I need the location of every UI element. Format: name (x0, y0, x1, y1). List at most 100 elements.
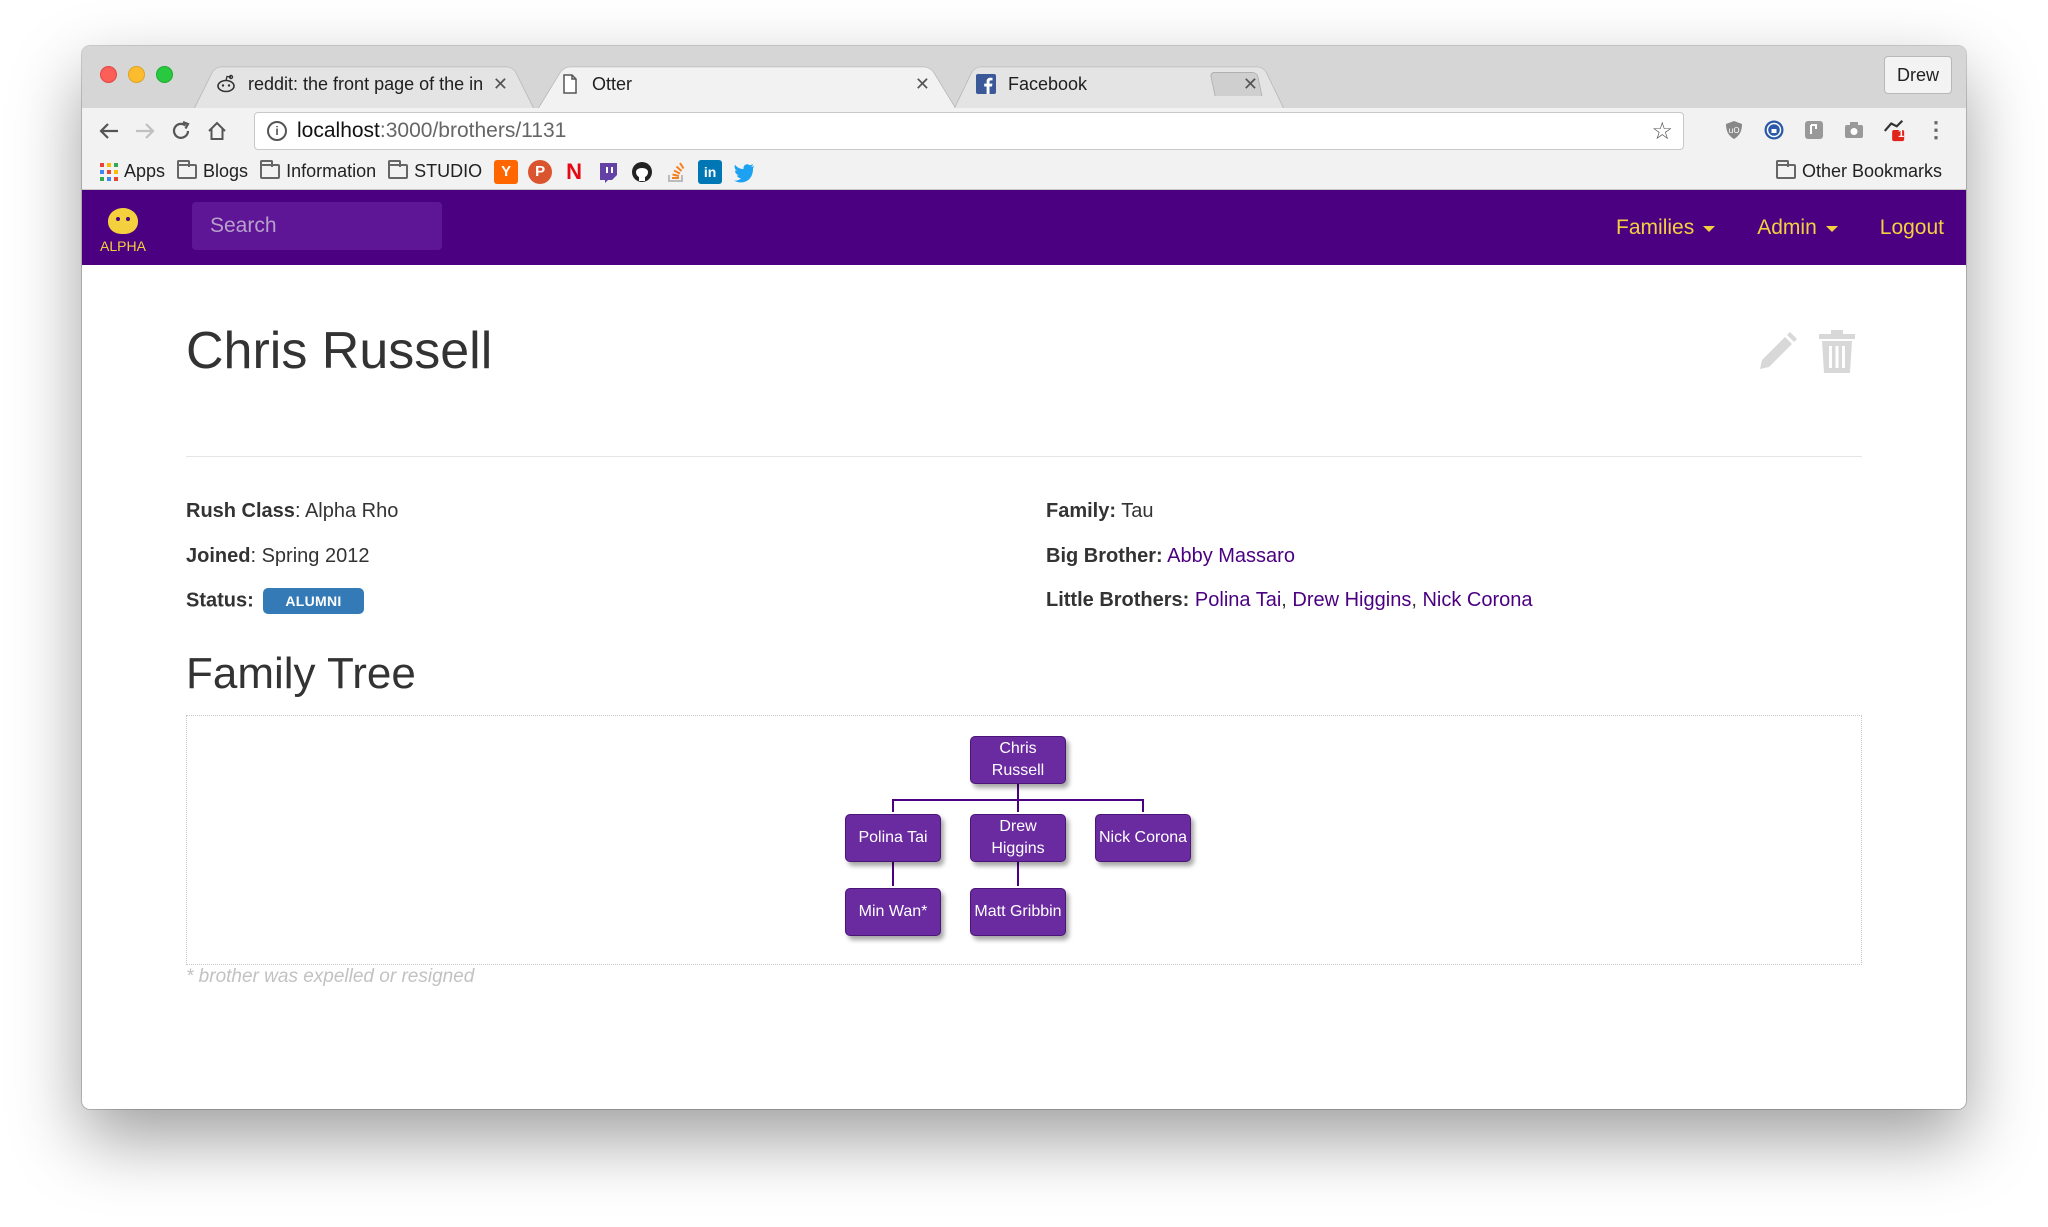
search-input[interactable] (192, 202, 442, 250)
extension-badge-count: 1 (1898, 128, 1905, 140)
big-brother-link[interactable]: Abby Massaro (1167, 545, 1295, 567)
back-arrow-icon[interactable] (94, 116, 124, 146)
tree-edge (1017, 799, 1019, 812)
twitch-icon[interactable] (596, 160, 620, 184)
reload-icon[interactable] (166, 116, 196, 146)
apps-grid-icon (100, 162, 118, 181)
tab-title: Facebook (1008, 73, 1088, 94)
bookmarks-bar: Apps Blogs Information STUDIO Y P N in O… (82, 154, 1966, 190)
bookmark-folder-blogs[interactable]: Blogs (177, 160, 249, 182)
bookmark-label: Other Bookmarks (1801, 161, 1942, 181)
admin-label: Admin (1757, 215, 1817, 239)
url-host: localhost (297, 119, 380, 142)
url-path: :3000/brothers/1131 (379, 119, 567, 142)
caret-down-icon (1825, 226, 1838, 232)
ublock-icon[interactable]: uO (1722, 118, 1746, 142)
stack-overflow-icon[interactable] (664, 160, 688, 184)
bookmark-apps[interactable]: Apps (100, 161, 165, 182)
big-brother-label: Big Brother: (1046, 545, 1163, 567)
hacker-news-icon[interactable]: Y (494, 159, 519, 184)
family-value: Tau (1121, 500, 1154, 522)
bookmark-label: Apps (124, 161, 166, 181)
tree-node[interactable]: Drew Higgins (970, 814, 1066, 862)
bookmark-folder-studio[interactable]: STUDIO (388, 160, 482, 182)
browser-toolbar: i localhost:3000/brothers/1131 ☆ uO 1 ⋮ (82, 108, 1966, 154)
facebook-icon (976, 74, 996, 94)
title-divider (186, 456, 1862, 457)
tab-otter[interactable]: Otter ✕ (538, 60, 956, 108)
twitter-icon[interactable] (732, 160, 756, 184)
tab-strip: reddit: the front page of the in ✕ Otter… (82, 46, 1966, 108)
big-brother-field: Big Brother: Abby Massaro (1046, 545, 1295, 568)
extension-badge-icon[interactable]: 1 (1882, 118, 1906, 142)
bookmark-folder-information[interactable]: Information (260, 160, 377, 182)
tree-edge (892, 799, 894, 812)
families-label: Families (1616, 215, 1695, 239)
tree-node[interactable]: Polina Tai (845, 814, 941, 862)
bookmark-star-icon[interactable]: ☆ (1651, 117, 1673, 146)
little-brother-link[interactable]: Nick Corona (1422, 589, 1532, 611)
tab-reddit[interactable]: reddit: the front page of the in ✕ (194, 60, 534, 108)
home-icon[interactable] (202, 116, 232, 146)
app-navbar: ALPHA Families Admin Logout (82, 190, 1966, 265)
tree-node-root[interactable]: Chris Russell (970, 736, 1066, 784)
browser-window: reddit: the front page of the in ✕ Otter… (82, 46, 1966, 1109)
joined-label: Joined (186, 545, 251, 567)
tab-title: reddit: the front page of the in (248, 73, 483, 94)
admin-dropdown[interactable]: Admin (1757, 216, 1838, 240)
little-brother-link[interactable]: Drew Higgins (1292, 589, 1411, 611)
bookmark-label: Information (286, 161, 377, 181)
tree-footnote: * brother was expelled or resigned (186, 966, 475, 987)
close-tab-icon[interactable]: ✕ (915, 74, 930, 95)
little-brothers-label: Little Brothers: (1046, 589, 1190, 611)
edit-pencil-icon[interactable] (1752, 327, 1802, 377)
brand-logo[interactable]: ALPHA (98, 208, 148, 254)
family-tree-heading: Family Tree (186, 649, 416, 698)
delete-trash-icon[interactable] (1812, 327, 1862, 377)
close-tab-icon[interactable]: ✕ (1243, 74, 1258, 95)
tree-edge (1142, 799, 1144, 812)
menu-dots-icon[interactable]: ⋮ (1924, 117, 1948, 142)
product-hunt-icon[interactable]: P (528, 159, 553, 184)
logout-link[interactable]: Logout (1880, 216, 1944, 240)
bookmark-label: Blogs (203, 161, 249, 181)
folder-icon (260, 160, 281, 179)
bookmark-other[interactable]: Other Bookmarks (1775, 160, 1942, 182)
camera-icon[interactable] (1842, 118, 1866, 142)
page-icon (560, 74, 580, 94)
families-dropdown[interactable]: Families (1616, 215, 1716, 240)
netflix-icon[interactable]: N (562, 159, 586, 184)
forward-arrow-icon[interactable] (130, 116, 160, 146)
tree-node[interactable]: Nick Corona (1095, 814, 1191, 862)
github-icon[interactable] (630, 160, 654, 184)
little-brothers-field: Little Brothers: Polina Tai, Drew Higgin… (1046, 589, 1533, 611)
close-tab-icon[interactable]: ✕ (493, 74, 508, 95)
joined-field: Joined: Spring 2012 (186, 545, 370, 567)
family-tree: Chris Russell Polina Tai Drew Higgins Ni… (186, 715, 1862, 965)
brand-name: ALPHA (100, 238, 146, 254)
close-window-button[interactable] (100, 66, 117, 83)
rush-class-label: Rush Class (186, 500, 295, 522)
folder-icon (177, 160, 198, 179)
otter-mascot-icon (108, 208, 138, 234)
minimize-window-button[interactable] (128, 66, 145, 83)
folder-icon (388, 160, 409, 179)
status-label: Status: (186, 589, 254, 612)
rush-class-value: Alpha Rho (304, 500, 399, 522)
tree-node[interactable]: Min Wan* (845, 888, 941, 936)
linkedin-icon[interactable]: in (698, 159, 723, 184)
little-brother-link[interactable]: Polina Tai (1195, 589, 1281, 611)
evernote-icon[interactable] (1802, 118, 1826, 142)
tree-node[interactable]: Matt Gribbin (970, 888, 1066, 936)
rush-class-field: Rush Class: Alpha Rho (186, 500, 399, 522)
reddit-icon (216, 74, 236, 94)
status-field: Status: ALUMNI (186, 588, 364, 614)
address-bar[interactable]: i localhost:3000/brothers/1131 ☆ (254, 112, 1684, 150)
info-icon[interactable]: i (267, 121, 287, 141)
folder-icon (1775, 160, 1796, 179)
joined-value: Spring 2012 (261, 545, 370, 567)
zoom-window-button[interactable] (156, 66, 173, 83)
password-manager-icon[interactable] (1762, 118, 1786, 142)
page-actions (1742, 327, 1862, 377)
profile-button[interactable]: Drew (1883, 56, 1952, 94)
